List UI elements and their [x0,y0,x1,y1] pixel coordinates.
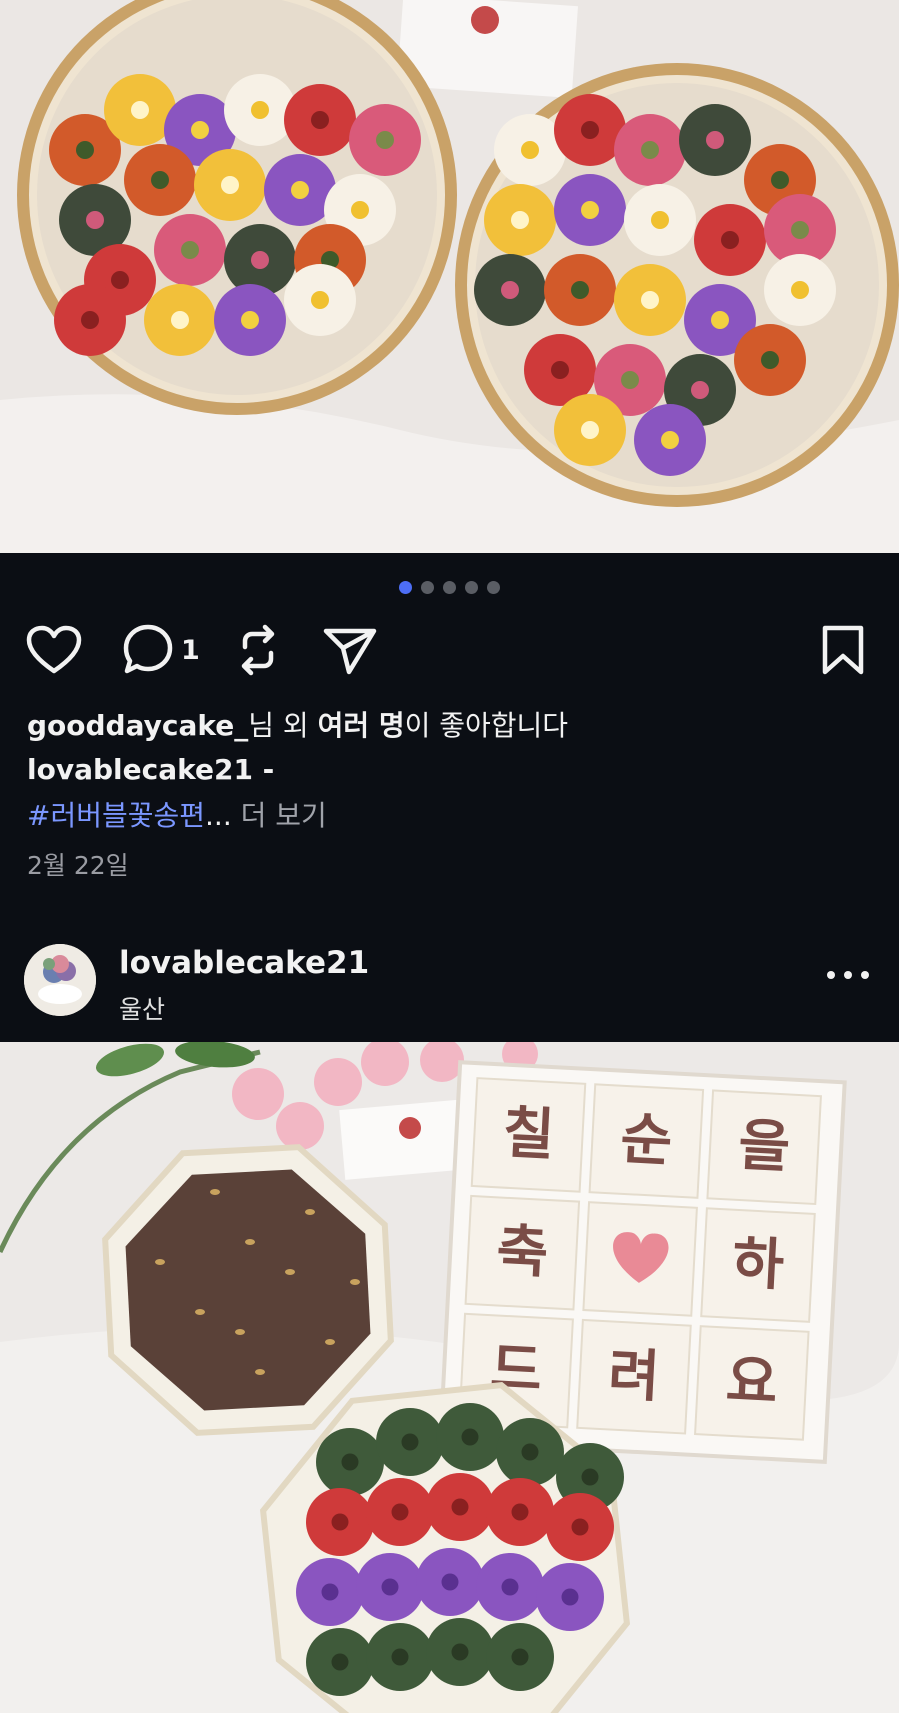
post-username[interactable]: lovablecake21 [119,945,369,981]
caption-username[interactable]: lovablecake21 - [27,753,274,786]
likes-text: 님 외 [248,709,318,742]
caption-hashtag[interactable]: #러버블꽃송편 [27,799,205,832]
repost-icon [235,623,281,677]
likes-username[interactable]: gooddaycake_ [27,709,248,742]
carousel-dot [487,581,500,594]
box-letter: 칠 [501,1101,556,1169]
post-date: 2월 22일 [27,851,129,880]
comment-button[interactable]: 1 [121,622,200,678]
heart-icon [26,625,82,675]
carousel-indicator [0,581,899,595]
likes-others[interactable]: 여러 명 [318,709,405,742]
share-icon [322,624,378,676]
carousel-dot [421,581,434,594]
avatar[interactable] [24,944,96,1016]
more-options-button[interactable] [827,960,869,990]
carousel-dot [443,581,456,594]
box-letter: 을 [737,1113,792,1181]
share-button[interactable] [322,622,378,678]
box-letter: 순 [619,1107,674,1175]
likes-summary[interactable]: gooddaycake_님 외 여러 명이 좋아합니다 [27,704,568,744]
box-letter: 축 [495,1218,550,1286]
more-icon-dot [844,971,852,979]
post-header: lovablecake21 울산 [0,942,899,1024]
post-action-bar: 1 [0,622,899,678]
bookmark-icon [820,624,866,676]
see-more-link[interactable]: 더 보기 [232,799,327,832]
comment-count: 1 [181,634,200,666]
comment-icon [121,623,175,677]
more-icon [827,971,835,979]
caption-ellipsis: ... [205,799,232,832]
repost-button[interactable] [235,622,281,678]
post-photo-rice-cake-gift[interactable]: 칠순을축하드려요 [0,1042,899,1713]
more-icon-dot [861,971,869,979]
like-button[interactable] [26,622,82,678]
box-letter: 려 [607,1342,662,1410]
caption-text: #러버블꽃송편... 더 보기 [27,794,327,834]
bookmark-button[interactable] [820,622,866,678]
box-letter: 하 [731,1231,786,1299]
carousel-dot [399,581,412,594]
box-letter: 요 [724,1349,779,1417]
post-photo-songpyeon-baskets[interactable] [0,0,899,553]
post-location[interactable]: 울산 [119,990,165,1026]
likes-text-end: 이 좋아합니다 [404,709,569,742]
carousel-dot [465,581,478,594]
